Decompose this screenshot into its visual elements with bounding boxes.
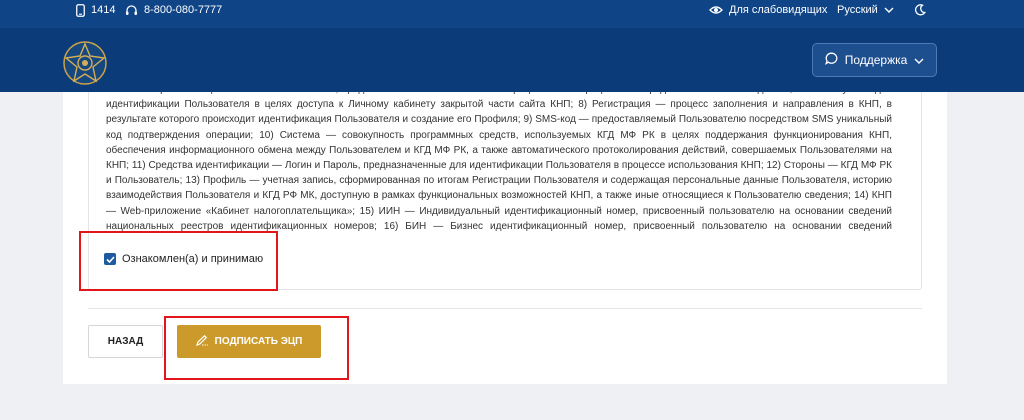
chat-icon bbox=[824, 52, 838, 68]
theme-toggle[interactable] bbox=[914, 0, 926, 20]
language-label: Русский bbox=[837, 4, 878, 16]
phone-icon bbox=[76, 3, 85, 17]
hotline-contact[interactable]: 8-800-080-7777 bbox=[125, 0, 222, 20]
support-label: Поддержка bbox=[844, 53, 908, 67]
headset-icon bbox=[125, 4, 138, 17]
terms-scroll-area[interactable]: втайне от третьих лиц символьное обознач… bbox=[106, 92, 892, 236]
top-utility-bar: 1414 8-800-080-7777 Для слабовидящих Рус… bbox=[0, 0, 1024, 28]
accessibility-label: Для слабовидящих bbox=[729, 4, 828, 16]
highlight-sign-button bbox=[164, 316, 349, 380]
short-number: 1414 bbox=[91, 4, 116, 16]
divider bbox=[88, 308, 922, 309]
emblem-logo[interactable] bbox=[60, 38, 110, 88]
chevron-down-icon bbox=[884, 7, 894, 13]
back-label: НАЗАД bbox=[107, 336, 144, 347]
highlight-agreement bbox=[79, 231, 278, 291]
terms-text: втайне от третьих лиц символьное обознач… bbox=[106, 92, 892, 232]
language-select[interactable]: Русский bbox=[837, 0, 894, 20]
support-button[interactable]: Поддержка bbox=[812, 43, 937, 77]
short-number-contact[interactable]: 1414 bbox=[76, 0, 115, 20]
hotline-number: 8-800-080-7777 bbox=[144, 4, 223, 16]
back-button[interactable]: НАЗАД bbox=[88, 325, 163, 358]
eye-icon bbox=[709, 5, 723, 15]
accessibility-toggle[interactable]: Для слабовидящих bbox=[709, 0, 827, 20]
chevron-down-icon bbox=[914, 53, 924, 67]
main-header: Поддержка bbox=[0, 28, 1024, 92]
moon-icon bbox=[914, 4, 926, 16]
